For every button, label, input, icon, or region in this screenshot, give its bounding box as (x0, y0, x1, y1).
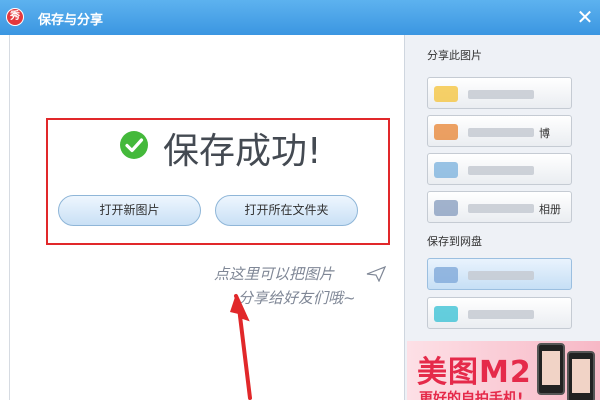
check-circle-icon (120, 131, 148, 159)
open-folder-button[interactable]: 打开所在文件夹 (215, 195, 358, 226)
app-logo-icon: 秀 (6, 8, 24, 26)
blurred-label (468, 128, 534, 137)
window-title: 保存与分享 (38, 13, 104, 28)
cloud-button-1[interactable] (427, 258, 572, 290)
close-icon[interactable]: ✕ (574, 7, 596, 29)
share-button-3[interactable] (427, 153, 572, 185)
share-section-title: 分享此图片 (427, 49, 482, 62)
cloud-section-title: 保存到网盘 (427, 235, 482, 248)
pointer-arrow-icon (230, 294, 252, 400)
divider (9, 35, 10, 400)
ad-banner[interactable]: 美图M2 更好的自拍手机! (407, 341, 600, 400)
ad-title: 美图M2 (417, 355, 532, 390)
blurred-icon (434, 124, 458, 140)
blurred-label (468, 310, 534, 319)
blurred-label (468, 271, 534, 280)
success-message: 保存成功! (163, 131, 322, 172)
phone-image (567, 351, 595, 400)
share-button-2[interactable]: 博 (427, 115, 572, 147)
ad-subtitle: 更好的自拍手机! (419, 391, 524, 400)
blurred-icon (434, 200, 458, 216)
share-button-4[interactable]: 相册 (427, 191, 572, 223)
blurred-icon (434, 162, 458, 178)
blurred-icon (434, 86, 458, 102)
blurred-label (468, 204, 534, 213)
phone-image (537, 343, 565, 395)
cloud-button-2[interactable] (427, 297, 572, 329)
open-new-image-button[interactable]: 打开新图片 (58, 195, 201, 226)
title-bar: 秀 保存与分享 ✕ (0, 0, 600, 35)
blurred-icon (434, 306, 458, 322)
blurred-label (468, 90, 534, 99)
share-button-1[interactable] (427, 77, 572, 109)
share-button-label: 相册 (539, 203, 561, 216)
blurred-label (468, 166, 534, 175)
paper-plane-icon (366, 266, 386, 282)
blurred-icon (434, 267, 458, 283)
share-button-label: 博 (539, 127, 550, 140)
